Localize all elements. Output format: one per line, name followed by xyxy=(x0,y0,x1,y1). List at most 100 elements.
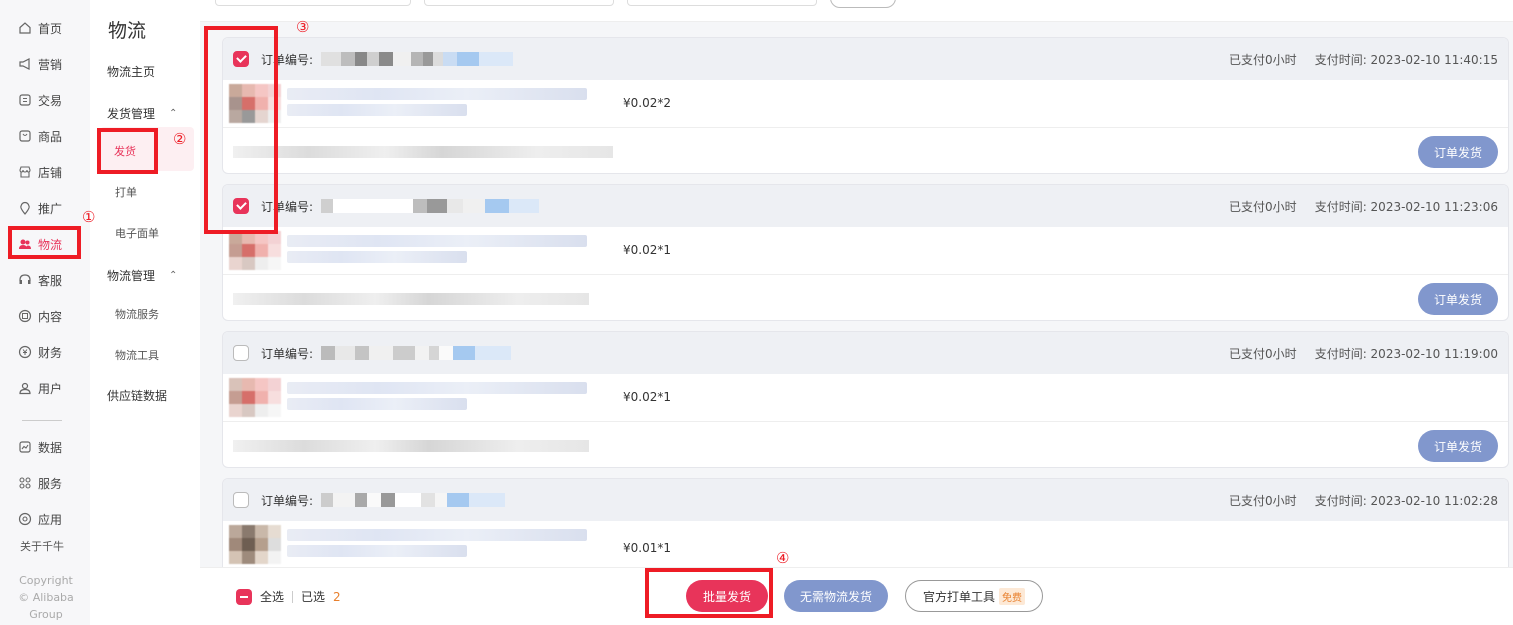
nav-item-label: 财务 xyxy=(38,345,63,360)
bag-icon xyxy=(18,129,32,143)
subnav-group-logistics[interactable]: 物流管理 ⌃ xyxy=(107,267,177,284)
order-header: 订单编号: 已支付0小时 支付时间: 2023-02-10 11:40:15 xyxy=(223,38,1508,80)
order-price: ¥0.02*1 xyxy=(623,243,671,257)
nav-item-home[interactable]: 首页 xyxy=(18,17,62,39)
filter-input[interactable] xyxy=(627,0,817,6)
order-ship-button[interactable]: 订单发货 xyxy=(1418,283,1498,315)
copyright-line: Copyright xyxy=(19,574,73,587)
nav-item-label: 内容 xyxy=(38,309,63,324)
order-price: ¥0.01*1 xyxy=(623,541,671,555)
print-tool-button[interactable]: 官方打单工具 免费 xyxy=(905,580,1043,612)
address-redacted xyxy=(233,146,613,158)
address-redacted xyxy=(233,440,589,452)
subnav-supply-data[interactable]: 供应链数据 xyxy=(107,387,167,404)
order-goods-row: ¥0.01*1 xyxy=(223,521,1508,569)
order-number-label: 订单编号: xyxy=(261,493,314,508)
subnav-logistics-service[interactable]: 物流服务 xyxy=(115,306,159,322)
annotation-box-checkboxes xyxy=(204,26,278,234)
order-goods-row: ¥0.02*2 xyxy=(223,80,1508,128)
nav-item-apps[interactable]: 应用 xyxy=(18,508,62,530)
nav-item-store[interactable]: 店铺 xyxy=(18,161,62,183)
nav-item-goods[interactable]: 商品 xyxy=(18,125,62,147)
order-card: 订单编号: 已支付0小时 支付时间: 2023-02-10 11:19:00 ¥… xyxy=(222,331,1509,468)
order-checkbox[interactable] xyxy=(233,492,249,508)
filter-button[interactable] xyxy=(830,0,896,8)
headset-icon xyxy=(18,273,32,287)
apps-icon xyxy=(18,512,32,526)
subnav-eorder[interactable]: 电子面单 xyxy=(115,225,159,241)
order-header: 订单编号: 已支付0小时 支付时间: 2023-02-10 11:02:28 xyxy=(223,479,1508,521)
annotation-box-ship xyxy=(97,128,158,174)
nav-item-label: 客服 xyxy=(38,273,63,288)
nav-item-promote[interactable]: 推广 xyxy=(18,197,62,219)
address-redacted xyxy=(233,293,589,305)
nav-item-label: 数据 xyxy=(38,440,63,455)
order-header: 订单编号: 已支付0小时 支付时间: 2023-02-10 11:23:06 xyxy=(223,185,1508,227)
product-title-redacted xyxy=(287,88,587,118)
nav-item-marketing[interactable]: 营销 xyxy=(18,53,62,75)
order-goods-row: ¥0.02*1 xyxy=(223,227,1508,275)
order-footer: 订单发货 xyxy=(223,275,1508,320)
megaphone-icon xyxy=(18,57,32,71)
order-checkbox[interactable] xyxy=(233,345,249,361)
nav-item-label: 推广 xyxy=(38,201,63,216)
nav-item-trade[interactable]: 交易 xyxy=(18,89,62,111)
nav-item-content[interactable]: 内容 xyxy=(18,305,62,327)
order-number-label: 订单编号: xyxy=(261,346,314,361)
pay-time: 支付时间: 2023-02-10 11:23:06 xyxy=(1314,200,1498,214)
order-number-redacted xyxy=(321,50,514,68)
separator xyxy=(292,590,294,603)
product-thumbnail xyxy=(229,525,281,565)
order-ship-button[interactable]: 订单发货 xyxy=(1418,136,1498,168)
order-card: 订单编号: 已支付0小时 支付时间: 2023-02-10 11:02:28 ¥… xyxy=(222,478,1509,578)
chevron-up-icon: ⌃ xyxy=(169,108,178,119)
select-all-control[interactable]: 全选 已选 2 xyxy=(236,588,341,605)
order-number-redacted xyxy=(321,197,540,215)
select-all-checkbox[interactable] xyxy=(236,588,252,605)
copyright-line: © Alibaba Group xyxy=(18,591,74,621)
yuan-icon xyxy=(18,345,32,359)
filter-input[interactable] xyxy=(215,0,411,6)
subnav-logistics-home[interactable]: 物流主页 xyxy=(107,63,155,80)
nav-item-service[interactable]: 客服 xyxy=(18,269,62,291)
annotation-number: ① xyxy=(82,208,96,226)
paid-status: 已支付0小时 xyxy=(1229,347,1297,361)
product-thumbnail xyxy=(229,378,281,418)
nav-item-data[interactable]: 数据 xyxy=(18,436,62,458)
content-icon xyxy=(18,309,32,323)
bottom-action-bar: 全选 已选 2 批量发货 无需物流发货 官方打单工具 免费 xyxy=(200,567,1513,625)
order-ship-button[interactable]: 订单发货 xyxy=(1418,430,1498,462)
order-price: ¥0.02*1 xyxy=(623,390,671,404)
pay-time: 支付时间: 2023-02-10 11:19:00 xyxy=(1314,347,1498,361)
nav-item-label: 商品 xyxy=(38,129,63,144)
order-footer: 订单发货 xyxy=(223,422,1508,467)
subnav-group-ship[interactable]: 发货管理 ⌃ xyxy=(107,105,177,122)
chart-icon xyxy=(18,440,32,454)
nav-item-user[interactable]: 用户 xyxy=(18,377,62,399)
product-title-redacted xyxy=(287,529,587,559)
order-meta: 已支付0小时 支付时间: 2023-02-10 11:40:15 xyxy=(1229,51,1498,68)
nav-item-label: 营销 xyxy=(38,57,63,72)
filter-input[interactable] xyxy=(424,0,614,6)
nav-item-label: 用户 xyxy=(38,381,63,396)
nav-item-label: 应用 xyxy=(38,512,63,527)
order-meta: 已支付0小时 支付时间: 2023-02-10 11:19:00 xyxy=(1229,345,1498,362)
about-link[interactable]: 关于千牛 xyxy=(20,538,64,554)
no-logistics-ship-button[interactable]: 无需物流发货 xyxy=(784,580,888,612)
receipt-icon xyxy=(18,93,32,107)
primary-sidebar: 首页 营销 交易 商品 店铺 推广 物流 客服 内容 财务 用户 数据 服务 应… xyxy=(0,0,90,625)
secondary-sidebar: 物流 物流主页 发货管理 ⌃ 发货 打单 电子面单 物流管理 ⌃ 物流服务 物流… xyxy=(90,0,200,625)
pay-time: 支付时间: 2023-02-10 11:02:28 xyxy=(1314,494,1498,508)
nav-item-finance[interactable]: 财务 xyxy=(18,341,62,363)
section-title: 物流 xyxy=(108,20,147,42)
nav-item-label: 店铺 xyxy=(38,165,63,180)
order-meta: 已支付0小时 支付时间: 2023-02-10 11:23:06 xyxy=(1229,198,1498,215)
nav-item-label: 首页 xyxy=(38,21,63,36)
subnav-print[interactable]: 打单 xyxy=(115,184,137,200)
subnav-logistics-tool[interactable]: 物流工具 xyxy=(115,347,159,363)
nav-item-services[interactable]: 服务 xyxy=(18,472,62,494)
print-tool-label: 官方打单工具 xyxy=(922,589,995,604)
order-number-redacted xyxy=(321,344,512,362)
product-title-redacted xyxy=(287,382,587,412)
annotation-box-batch-ship xyxy=(645,568,773,618)
